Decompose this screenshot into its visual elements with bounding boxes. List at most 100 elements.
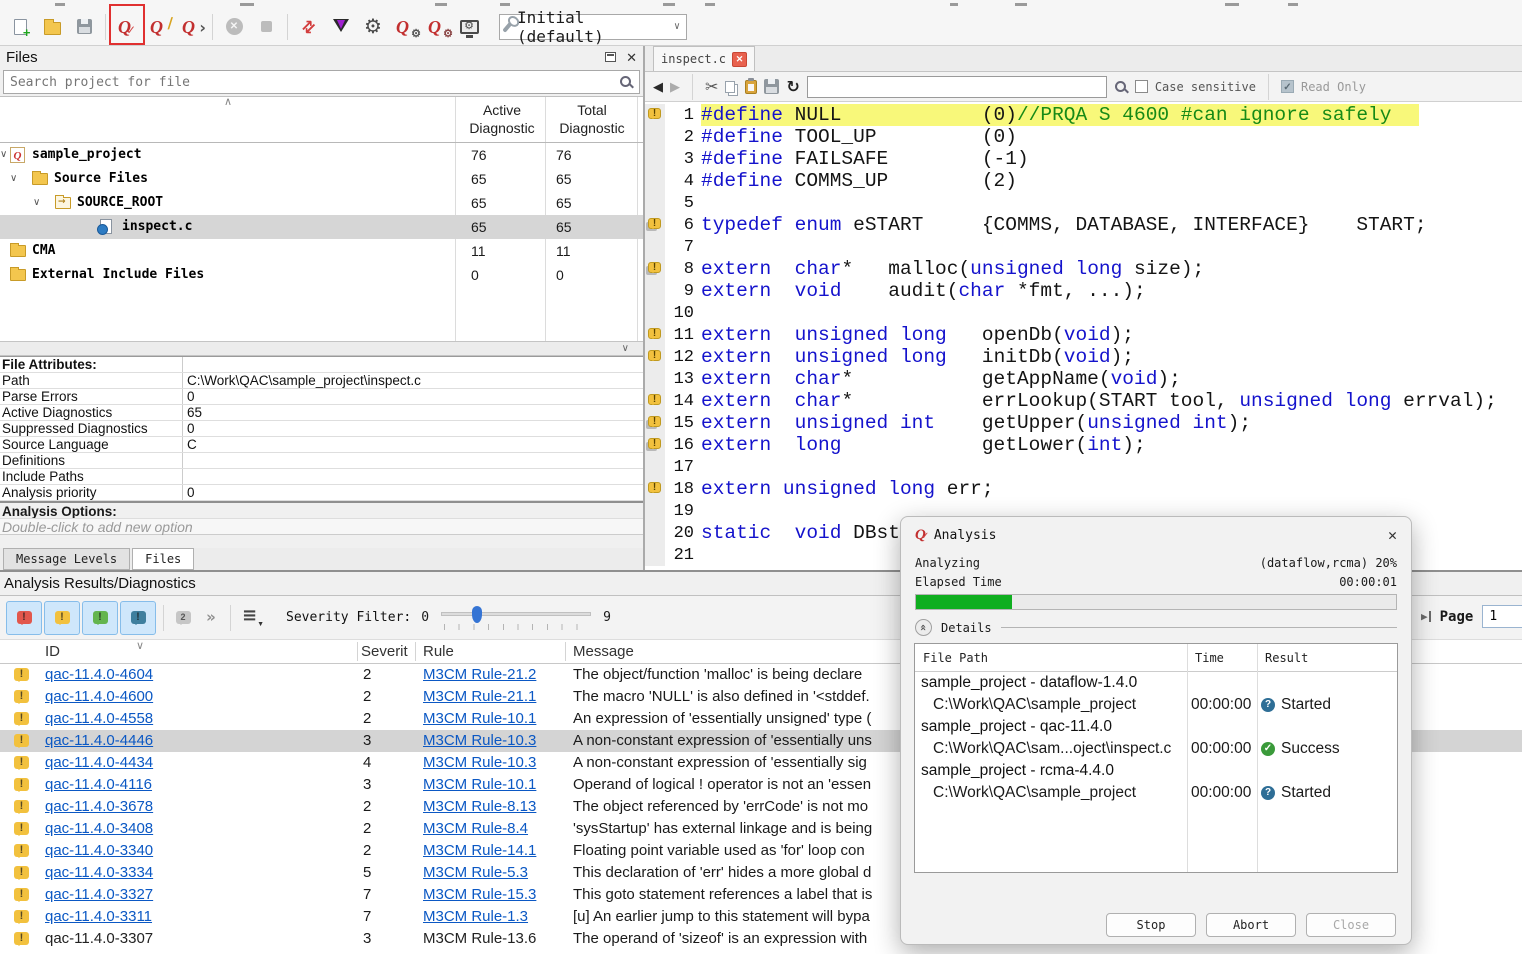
diagnostic-marker-icon[interactable] <box>648 218 661 229</box>
severity-toggle-error[interactable] <box>6 601 42 635</box>
diagnostic-marker-icon[interactable] <box>648 394 661 405</box>
close-tab-icon[interactable]: ✕ <box>732 52 747 67</box>
save-file-icon[interactable] <box>764 79 779 94</box>
read-only-checkbox[interactable] <box>1281 80 1294 93</box>
collapse-section-icon[interactable]: ∨ <box>622 343 629 354</box>
case-sensitive-checkbox[interactable] <box>1135 80 1148 93</box>
rule-link[interactable]: M3CM Rule-14.1 <box>423 840 536 862</box>
rule-link[interactable]: M3CM Rule-21.1 <box>423 686 536 708</box>
stop-button[interactable]: Stop <box>1106 913 1196 937</box>
code-line[interactable]: 15extern unsigned int getUpper(unsigned … <box>645 412 1522 434</box>
column-header-rule[interactable]: Rule <box>423 640 454 664</box>
expander-icon[interactable] <box>33 197 40 208</box>
diagnostic-marker-icon[interactable] <box>648 482 661 493</box>
diagnostic-id-link[interactable]: qac-11.4.0-3340 <box>45 840 153 862</box>
filter-button[interactable] <box>325 11 357 43</box>
file-tree-row[interactable]: External Include Files00 <box>0 263 643 287</box>
diagnostic-id-link[interactable]: qac-11.4.0-3678 <box>45 796 153 818</box>
cancel-button[interactable] <box>218 11 250 43</box>
code-line[interactable]: 9extern void audit(char *fmt, ...); <box>645 280 1522 302</box>
code-line[interactable]: 12extern unsigned long initDb(void); <box>645 346 1522 368</box>
config-dropdown[interactable]: Initial (default) ∨ <box>499 14 687 40</box>
diagnostic-id-link[interactable]: qac-11.4.0-4116 <box>45 774 152 796</box>
rule-link[interactable]: M3CM Rule-13.6 <box>423 928 536 950</box>
editor-tab-inspect[interactable]: inspect.c ✕ <box>653 46 755 71</box>
diagnostic-marker-icon[interactable] <box>648 328 661 339</box>
cut-icon[interactable] <box>705 77 718 97</box>
tab-message-levels[interactable]: Message Levels <box>3 548 130 570</box>
column-header-result[interactable]: Result <box>1265 651 1308 665</box>
refresh-icon[interactable] <box>786 79 799 95</box>
rule-link[interactable]: M3CM Rule-10.1 <box>423 708 536 730</box>
expander-icon[interactable] <box>0 149 7 160</box>
file-tree-row[interactable]: sample_project7676 <box>0 143 643 167</box>
code-line[interactable]: 5 <box>645 192 1522 214</box>
column-header-id[interactable]: ID <box>45 640 60 664</box>
rule-link[interactable]: M3CM Rule-10.3 <box>423 752 536 774</box>
expander-icon[interactable] <box>10 173 17 184</box>
sort-asc-icon[interactable]: ∧ <box>224 96 232 108</box>
file-search-box[interactable] <box>3 70 640 94</box>
save-button[interactable] <box>68 11 100 43</box>
code-line[interactable]: 14extern char* errLookup(START tool, uns… <box>645 390 1522 412</box>
dialog-close-icon[interactable]: ✕ <box>1388 528 1397 543</box>
code-line[interactable]: 16extern long getLower(int); <box>645 434 1522 456</box>
file-tree-row[interactable]: Source Files6565 <box>0 167 643 191</box>
rule-link[interactable]: M3CM Rule-5.3 <box>423 862 528 884</box>
severity-toggle-warning[interactable] <box>44 601 80 635</box>
rule-link[interactable]: M3CM Rule-1.3 <box>423 906 528 928</box>
diagnostic-id-link[interactable]: qac-11.4.0-4558 <box>45 708 153 730</box>
code-line[interactable]: 8extern char* malloc(unsigned long size)… <box>645 258 1522 280</box>
open-project-button[interactable] <box>36 11 68 43</box>
editor-search-input[interactable] <box>807 76 1107 98</box>
diagnostic-marker-icon[interactable] <box>648 416 661 427</box>
rule-link[interactable]: M3CM Rule-8.4 <box>423 818 528 840</box>
column-header-active[interactable]: Active Diagnostic <box>459 101 545 137</box>
dialog-title-bar[interactable]: Q Analysis ✕ <box>901 517 1411 553</box>
skip-to-end-icon[interactable] <box>1421 611 1431 622</box>
copy-icon[interactable] <box>725 81 735 93</box>
slider-handle[interactable] <box>472 606 482 623</box>
diagnostic-id-link[interactable]: qac-11.4.0-4600 <box>45 686 153 708</box>
stop-button[interactable] <box>250 11 282 43</box>
code-line[interactable]: 1#define NULL (0)//PRQA S 4600 #can igno… <box>645 104 1522 126</box>
column-header-total[interactable]: Total Diagnostic <box>549 101 635 137</box>
code-area[interactable]: 1#define NULL (0)//PRQA S 4600 #can igno… <box>645 102 1522 570</box>
diagnostic-id-link[interactable]: qac-11.4.0-4446 <box>45 730 153 752</box>
analyze-next-button[interactable] <box>175 11 207 43</box>
rule-link[interactable]: M3CM Rule-21.2 <box>423 664 536 686</box>
analysis-options-placeholder[interactable]: Double-click to add new option <box>0 518 643 535</box>
rule-link[interactable]: M3CM Rule-8.13 <box>423 796 536 818</box>
rule-link[interactable]: M3CM Rule-10.1 <box>423 774 536 796</box>
tab-files[interactable]: Files <box>132 548 194 570</box>
code-line[interactable]: 3#define FAILSAFE (-1) <box>645 148 1522 170</box>
analyze-config-button[interactable] <box>421 11 453 43</box>
close-panel-icon[interactable] <box>626 51 637 64</box>
expand-messages-button[interactable] <box>197 603 225 633</box>
search-icon[interactable] <box>1114 80 1128 94</box>
rule-link[interactable]: M3CM Rule-15.3 <box>423 884 536 906</box>
file-tree-row[interactable]: inspect.c6565 <box>0 215 643 239</box>
navigate-forward-icon[interactable] <box>670 79 680 95</box>
file-tree-row[interactable]: CMA1111 <box>0 239 643 263</box>
diagnostic-marker-icon[interactable] <box>648 262 661 273</box>
severity-toggle-info[interactable] <box>82 601 118 635</box>
diagnostic-id-link[interactable]: qac-11.4.0-3408 <box>45 818 153 840</box>
analyze-button[interactable] <box>111 11 143 43</box>
code-line[interactable]: 17 <box>645 456 1522 478</box>
code-line[interactable]: 13extern char* getAppName(void); <box>645 368 1522 390</box>
file-tree-row[interactable]: SOURCE_ROOT6565 <box>0 191 643 215</box>
severity-toggle-note[interactable] <box>120 601 156 635</box>
code-line[interactable]: 11extern unsigned long openDb(void); <box>645 324 1522 346</box>
paste-icon[interactable] <box>745 80 757 94</box>
column-header-severity[interactable]: Severit <box>361 640 408 664</box>
code-line[interactable]: 18extern unsigned long err; <box>645 478 1522 500</box>
panel-splitter[interactable]: ∨ <box>0 341 643 356</box>
column-header-message[interactable]: Message <box>573 640 634 664</box>
diagnostic-id-link[interactable]: qac-11.4.0-4604 <box>45 664 153 686</box>
suppressed-messages-button[interactable]: 2 <box>169 603 197 633</box>
settings-button[interactable] <box>357 11 389 43</box>
float-panel-icon[interactable] <box>605 52 616 62</box>
code-line[interactable]: 6typedef enum eSTART {COMMS, DATABASE, I… <box>645 214 1522 236</box>
code-line[interactable]: 4#define COMMS_UP (2) <box>645 170 1522 192</box>
